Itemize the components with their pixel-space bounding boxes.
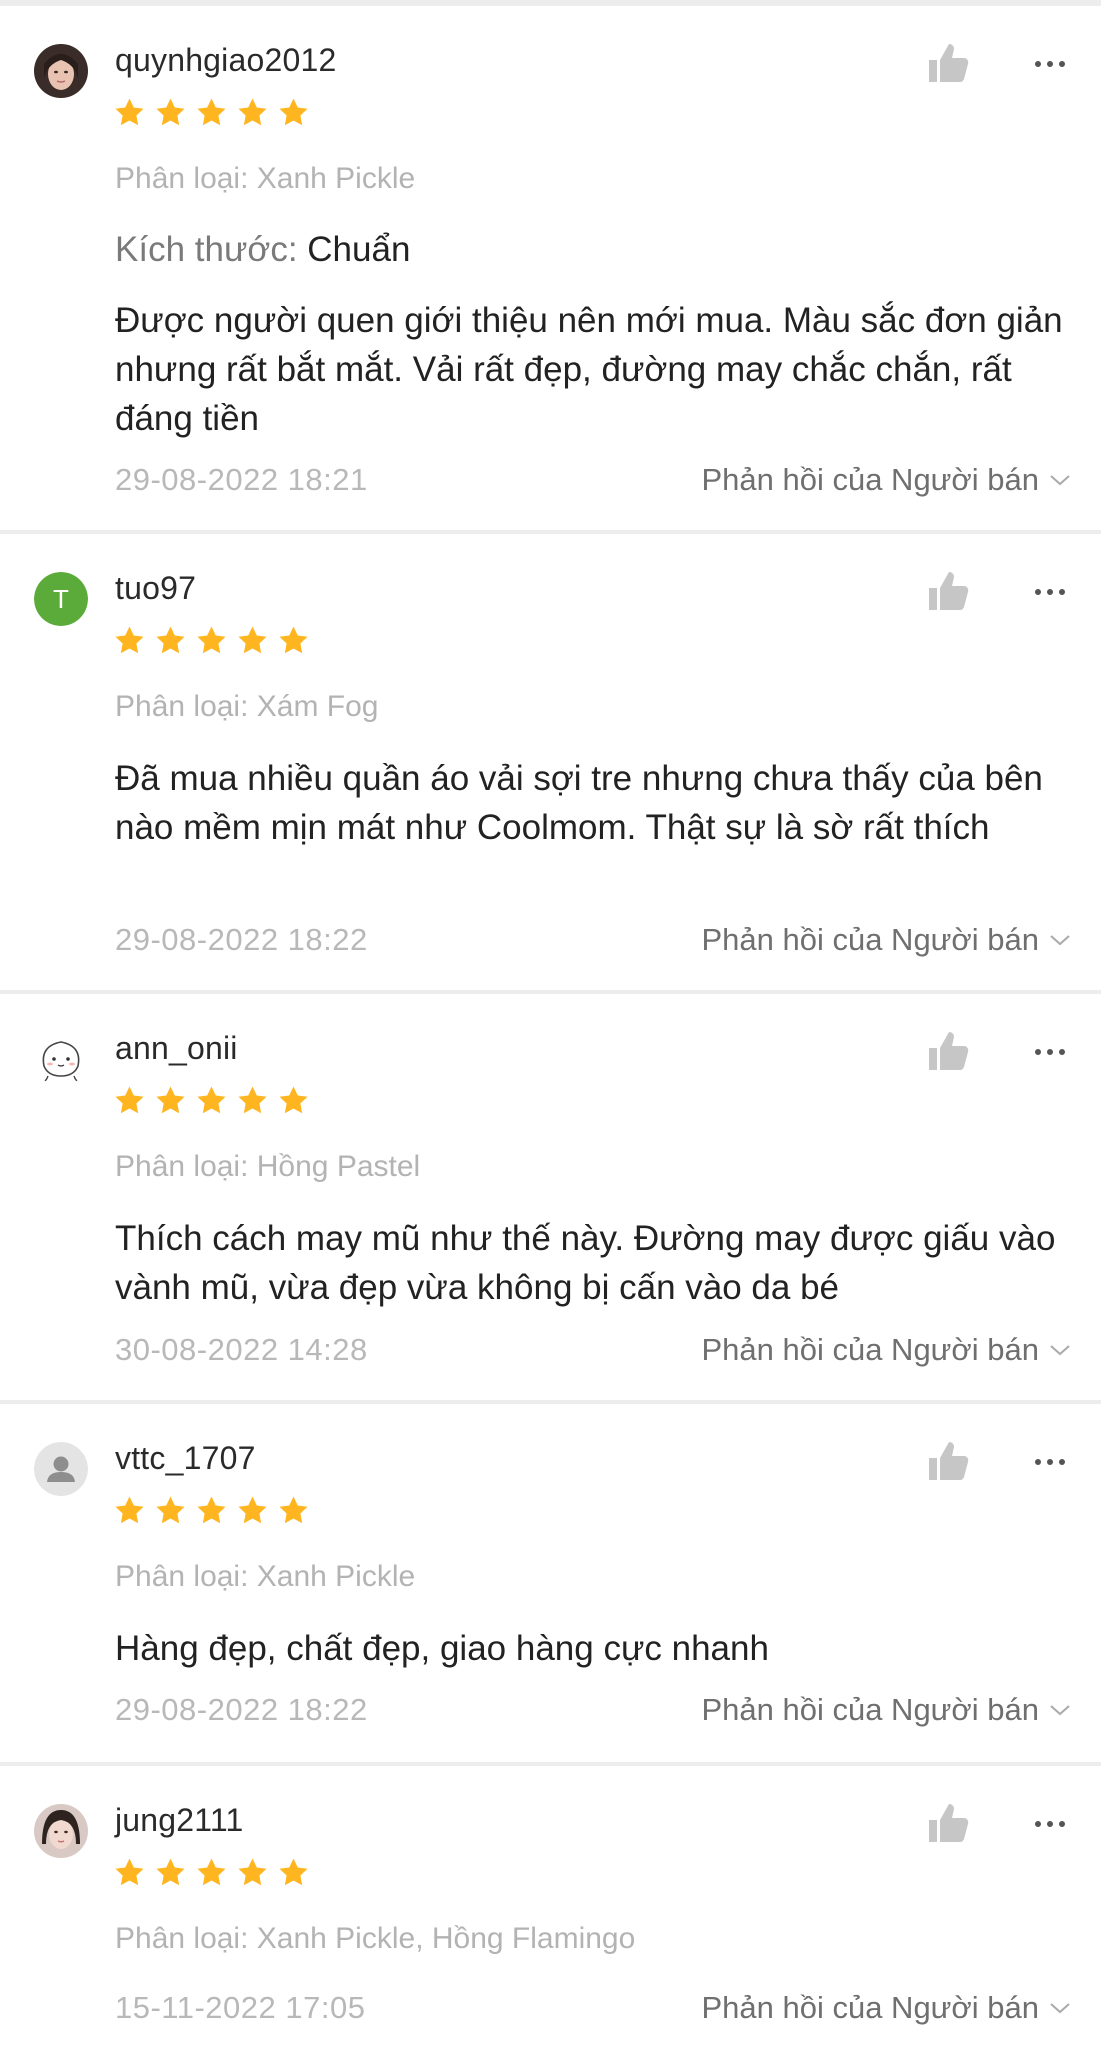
avatar-letter: T <box>53 584 69 614</box>
seller-reply-toggle[interactable]: Phản hồi của Người bán <box>701 922 1071 958</box>
star-icon <box>156 626 185 654</box>
username: tuo97 <box>115 570 197 606</box>
star-icon <box>279 626 308 654</box>
avatar[interactable] <box>34 1032 88 1086</box>
star-icon <box>115 1496 144 1524</box>
star-icon <box>238 1858 267 1886</box>
more-options-icon[interactable] <box>1030 572 1070 612</box>
username: vttc_1707 <box>115 1440 256 1476</box>
thumbs-up-icon[interactable] <box>925 568 971 614</box>
star-icon <box>156 1496 185 1524</box>
review-comment: Được người quen giới thiệu nên mới mua. … <box>115 301 1063 438</box>
seller-reply-label: Phản hồi của Người bán <box>701 1692 1039 1727</box>
star-icon <box>115 626 144 654</box>
size-info: Kích thước: Chuẩn <box>115 230 410 270</box>
avatar[interactable]: T <box>34 572 88 626</box>
thumbs-up-icon[interactable] <box>925 1028 971 1074</box>
variant-label: Phân loại: Xám Fog <box>115 690 379 723</box>
review-comment: Hàng đẹp, chất đẹp, giao hàng cực nhanh <box>115 1629 769 1668</box>
avatar[interactable] <box>34 44 88 98</box>
seller-reply-label: Phản hồi của Người bán <box>701 922 1039 957</box>
star-rating <box>113 1494 310 1527</box>
chevron-down-icon <box>1050 475 1070 486</box>
thumbs-up-icon[interactable] <box>925 40 971 86</box>
seller-reply-toggle[interactable]: Phản hồi của Người bán <box>701 1692 1071 1728</box>
star-icon <box>115 1086 144 1114</box>
chevron-down-icon <box>1050 1705 1070 1716</box>
review-item: jung2111 Phân loại: Xanh Pickle, Hồng Fl… <box>0 1766 1101 2048</box>
star-rating <box>113 96 310 129</box>
seller-reply-toggle[interactable]: Phản hồi của Người bán <box>701 1332 1071 1368</box>
variant-label: Phân loại: Xanh Pickle <box>115 1560 416 1593</box>
more-options-icon[interactable] <box>1030 1442 1070 1482</box>
review-date: 29-08-2022 18:22 <box>115 1692 368 1727</box>
review-date: 30-08-2022 14:28 <box>115 1332 368 1367</box>
star-icon <box>197 98 226 126</box>
size-value: Chuẩn <box>307 230 411 269</box>
seller-reply-label: Phản hồi của Người bán <box>701 462 1039 497</box>
chevron-down-icon <box>1050 1345 1070 1356</box>
chevron-down-icon <box>1050 2003 1070 2014</box>
seller-reply-label: Phản hồi của Người bán <box>701 1990 1039 2025</box>
review-comment: Đã mua nhiều quần áo vải sợi tre nhưng c… <box>115 759 1043 847</box>
username: jung2111 <box>115 1802 244 1838</box>
username: quynhgiao2012 <box>115 42 337 78</box>
review-item: T tuo97 Phân loại: Xám Fog Đã mua nhiều … <box>0 534 1101 994</box>
username: ann_onii <box>115 1030 238 1066</box>
star-icon <box>156 98 185 126</box>
more-options-icon[interactable] <box>1030 1032 1070 1072</box>
star-icon <box>238 98 267 126</box>
star-icon <box>197 1858 226 1886</box>
review-date: 29-08-2022 18:21 <box>115 462 368 497</box>
review-item: quynhgiao2012 Phân loại: Xanh Pickle Kíc… <box>0 6 1101 534</box>
seller-reply-toggle[interactable]: Phản hồi của Người bán <box>701 462 1071 498</box>
star-icon <box>238 1496 267 1524</box>
review-item: vttc_1707 Phân loại: Xanh Pickle Hàng đẹ… <box>0 1404 1101 1766</box>
star-icon <box>197 1496 226 1524</box>
star-icon <box>238 626 267 654</box>
variant-label: Phân loại: Xanh Pickle, Hồng Flamingo <box>115 1922 636 1955</box>
star-rating <box>113 1084 310 1117</box>
avatar[interactable] <box>34 1804 88 1858</box>
star-icon <box>279 1858 308 1886</box>
review-comment: Thích cách may mũ như thế này. Đường may… <box>115 1219 1056 1307</box>
star-icon <box>279 98 308 126</box>
chevron-down-icon <box>1050 935 1070 946</box>
thumbs-up-icon[interactable] <box>925 1438 971 1484</box>
star-icon <box>156 1086 185 1114</box>
review-date: 15-11-2022 17:05 <box>115 1990 366 2025</box>
star-icon <box>115 98 144 126</box>
review-item: ann_onii Phân loại: Hồng Pastel Thích cá… <box>0 994 1101 1404</box>
seller-reply-label: Phản hồi của Người bán <box>701 1332 1039 1367</box>
star-rating <box>113 1856 310 1889</box>
star-icon <box>197 626 226 654</box>
seller-reply-toggle[interactable]: Phản hồi của Người bán <box>701 1990 1071 2026</box>
review-date: 29-08-2022 18:22 <box>115 922 368 957</box>
star-icon <box>156 1858 185 1886</box>
more-options-icon[interactable] <box>1030 1804 1070 1844</box>
star-rating <box>113 624 310 657</box>
thumbs-up-icon[interactable] <box>925 1800 971 1846</box>
avatar[interactable] <box>34 1442 88 1496</box>
variant-label: Phân loại: Hồng Pastel <box>115 1150 421 1183</box>
star-icon <box>197 1086 226 1114</box>
star-icon <box>115 1858 144 1886</box>
star-icon <box>279 1086 308 1114</box>
star-icon <box>238 1086 267 1114</box>
size-label: Kích thước: <box>115 230 308 269</box>
more-options-icon[interactable] <box>1030 44 1070 84</box>
star-icon <box>279 1496 308 1524</box>
variant-label: Phân loại: Xanh Pickle <box>115 162 416 195</box>
